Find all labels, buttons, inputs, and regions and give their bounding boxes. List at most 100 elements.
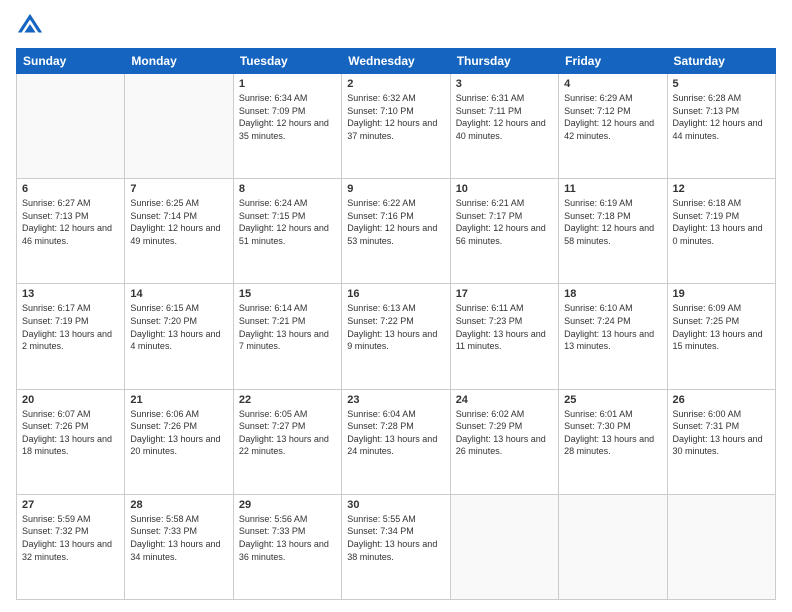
day-number: 2 [347,78,444,90]
day-info: Sunrise: 6:02 AM Sunset: 7:29 PM Dayligh… [456,408,553,458]
day-number: 10 [456,183,553,195]
calendar-cell: 3 Sunrise: 6:31 AM Sunset: 7:11 PM Daylig… [450,74,558,179]
calendar-cell [450,494,558,599]
day-info: Sunrise: 5:58 AM Sunset: 7:33 PM Dayligh… [130,513,227,563]
calendar-cell: 19 Sunrise: 6:09 AM Sunset: 7:25 PM Dayli… [667,284,775,389]
day-info: Sunrise: 5:56 AM Sunset: 7:33 PM Dayligh… [239,513,336,563]
calendar-cell: 18Sunrise: 6:10 AM Sunset: 7:24 PM Dayli… [559,284,667,389]
day-number: 15 [239,288,336,300]
day-info: Sunrise: 6:31 AM Sunset: 7:11 PM Dayligh… [456,92,553,142]
day-number: 21 [130,394,227,406]
calendar-cell: 23 Sunrise: 6:04 AM Sunset: 7:28 PM Dayli… [342,389,450,494]
day-info: Sunrise: 6:29 AM Sunset: 7:12 PM Dayligh… [564,92,661,142]
day-info: Sunrise: 6:10 AM Sunset: 7:24 PM Dayligh… [564,302,661,352]
day-info: Sunrise: 6:27 AM Sunset: 7:13 PM Dayligh… [22,197,119,247]
calendar-cell [667,494,775,599]
calendar-cell: 6 Sunrise: 6:27 AM Sunset: 7:13 PM Daylig… [17,179,125,284]
weekday-header-saturday: Saturday [667,49,775,74]
day-info: Sunrise: 6:21 AM Sunset: 7:17 PM Dayligh… [456,197,553,247]
calendar-cell: 4Sunrise: 6:29 AM Sunset: 7:12 PM Daylig… [559,74,667,179]
weekday-header-wednesday: Wednesday [342,49,450,74]
day-info: Sunrise: 6:09 AM Sunset: 7:25 PM Dayligh… [673,302,770,352]
calendar-cell [559,494,667,599]
day-number: 30 [347,499,444,511]
day-number: 24 [456,394,553,406]
day-info: Sunrise: 5:59 AM Sunset: 7:32 PM Dayligh… [22,513,119,563]
header [16,12,776,40]
weekday-header-friday: Friday [559,49,667,74]
day-number: 12 [673,183,770,195]
calendar-week-4: 20 Sunrise: 6:07 AM Sunset: 7:26 PM Dayli… [17,389,776,494]
page: SundayMondayTuesdayWednesdayThursdayFrid… [0,0,792,612]
day-number: 16 [347,288,444,300]
day-number: 7 [130,183,227,195]
day-info: Sunrise: 6:34 AM Sunset: 7:09 PM Dayligh… [239,92,336,142]
day-info: Sunrise: 6:19 AM Sunset: 7:18 PM Dayligh… [564,197,661,247]
day-number: 5 [673,78,770,90]
day-number: 13 [22,288,119,300]
calendar-cell: 12 Sunrise: 6:18 AM Sunset: 7:19 PM Dayli… [667,179,775,284]
weekday-header-tuesday: Tuesday [233,49,341,74]
calendar-cell [125,74,233,179]
weekday-header-thursday: Thursday [450,49,558,74]
day-info: Sunrise: 6:17 AM Sunset: 7:19 PM Dayligh… [22,302,119,352]
calendar-cell: 24 Sunrise: 6:02 AM Sunset: 7:29 PM Dayli… [450,389,558,494]
day-info: Sunrise: 6:32 AM Sunset: 7:10 PM Dayligh… [347,92,444,142]
day-number: 22 [239,394,336,406]
day-info: Sunrise: 6:14 AM Sunset: 7:21 PM Dayligh… [239,302,336,352]
day-number: 11 [564,183,661,195]
day-info: Sunrise: 6:07 AM Sunset: 7:26 PM Dayligh… [22,408,119,458]
day-number: 27 [22,499,119,511]
day-info: Sunrise: 6:05 AM Sunset: 7:27 PM Dayligh… [239,408,336,458]
day-info: Sunrise: 6:28 AM Sunset: 7:13 PM Dayligh… [673,92,770,142]
calendar-cell: 29Sunrise: 5:56 AM Sunset: 7:33 PM Dayli… [233,494,341,599]
calendar-cell: 27 Sunrise: 5:59 AM Sunset: 7:32 PM Dayli… [17,494,125,599]
day-info: Sunrise: 6:25 AM Sunset: 7:14 PM Dayligh… [130,197,227,247]
calendar-week-2: 6 Sunrise: 6:27 AM Sunset: 7:13 PM Daylig… [17,179,776,284]
calendar-cell: 13 Sunrise: 6:17 AM Sunset: 7:19 PM Dayli… [17,284,125,389]
calendar-cell: 25 Sunrise: 6:01 AM Sunset: 7:30 PM Dayli… [559,389,667,494]
day-number: 8 [239,183,336,195]
calendar-cell: 7 Sunrise: 6:25 AM Sunset: 7:14 PM Daylig… [125,179,233,284]
calendar-cell: 11 Sunrise: 6:19 AM Sunset: 7:18 PM Dayli… [559,179,667,284]
day-number: 9 [347,183,444,195]
day-number: 25 [564,394,661,406]
day-info: Sunrise: 6:00 AM Sunset: 7:31 PM Dayligh… [673,408,770,458]
calendar-cell: 10 Sunrise: 6:21 AM Sunset: 7:17 PM Dayli… [450,179,558,284]
calendar-cell: 21 Sunrise: 6:06 AM Sunset: 7:26 PM Dayli… [125,389,233,494]
calendar-header-row: SundayMondayTuesdayWednesdayThursdayFrid… [17,49,776,74]
calendar-table: SundayMondayTuesdayWednesdayThursdayFrid… [16,48,776,600]
day-info: Sunrise: 5:55 AM Sunset: 7:34 PM Dayligh… [347,513,444,563]
day-info: Sunrise: 6:15 AM Sunset: 7:20 PM Dayligh… [130,302,227,352]
day-number: 20 [22,394,119,406]
weekday-header-sunday: Sunday [17,49,125,74]
calendar-week-5: 27 Sunrise: 5:59 AM Sunset: 7:32 PM Dayli… [17,494,776,599]
day-info: Sunrise: 6:18 AM Sunset: 7:19 PM Dayligh… [673,197,770,247]
calendar-cell: 8 Sunrise: 6:24 AM Sunset: 7:15 PM Daylig… [233,179,341,284]
calendar-cell [17,74,125,179]
day-number: 14 [130,288,227,300]
day-number: 6 [22,183,119,195]
day-info: Sunrise: 6:24 AM Sunset: 7:15 PM Dayligh… [239,197,336,247]
day-info: Sunrise: 6:06 AM Sunset: 7:26 PM Dayligh… [130,408,227,458]
day-info: Sunrise: 6:01 AM Sunset: 7:30 PM Dayligh… [564,408,661,458]
calendar-cell: 30 Sunrise: 5:55 AM Sunset: 7:34 PM Dayli… [342,494,450,599]
day-number: 19 [673,288,770,300]
calendar-cell: 26Sunrise: 6:00 AM Sunset: 7:31 PM Dayli… [667,389,775,494]
calendar-cell: 14 Sunrise: 6:15 AM Sunset: 7:20 PM Dayli… [125,284,233,389]
day-number: 23 [347,394,444,406]
calendar-cell: 17Sunrise: 6:11 AM Sunset: 7:23 PM Dayli… [450,284,558,389]
calendar-cell: 1 Sunrise: 6:34 AM Sunset: 7:09 PM Daylig… [233,74,341,179]
calendar-cell: 9 Sunrise: 6:22 AM Sunset: 7:16 PM Daylig… [342,179,450,284]
calendar-cell: 20 Sunrise: 6:07 AM Sunset: 7:26 PM Dayli… [17,389,125,494]
calendar-cell: 5 Sunrise: 6:28 AM Sunset: 7:13 PM Daylig… [667,74,775,179]
day-number: 28 [130,499,227,511]
calendar-cell: 22 Sunrise: 6:05 AM Sunset: 7:27 PM Dayli… [233,389,341,494]
calendar-cell: 15 Sunrise: 6:14 AM Sunset: 7:21 PM Dayli… [233,284,341,389]
calendar-cell: 16Sunrise: 6:13 AM Sunset: 7:22 PM Dayli… [342,284,450,389]
day-number: 3 [456,78,553,90]
day-info: Sunrise: 6:22 AM Sunset: 7:16 PM Dayligh… [347,197,444,247]
day-number: 1 [239,78,336,90]
calendar-week-1: 1 Sunrise: 6:34 AM Sunset: 7:09 PM Daylig… [17,74,776,179]
day-info: Sunrise: 6:04 AM Sunset: 7:28 PM Dayligh… [347,408,444,458]
